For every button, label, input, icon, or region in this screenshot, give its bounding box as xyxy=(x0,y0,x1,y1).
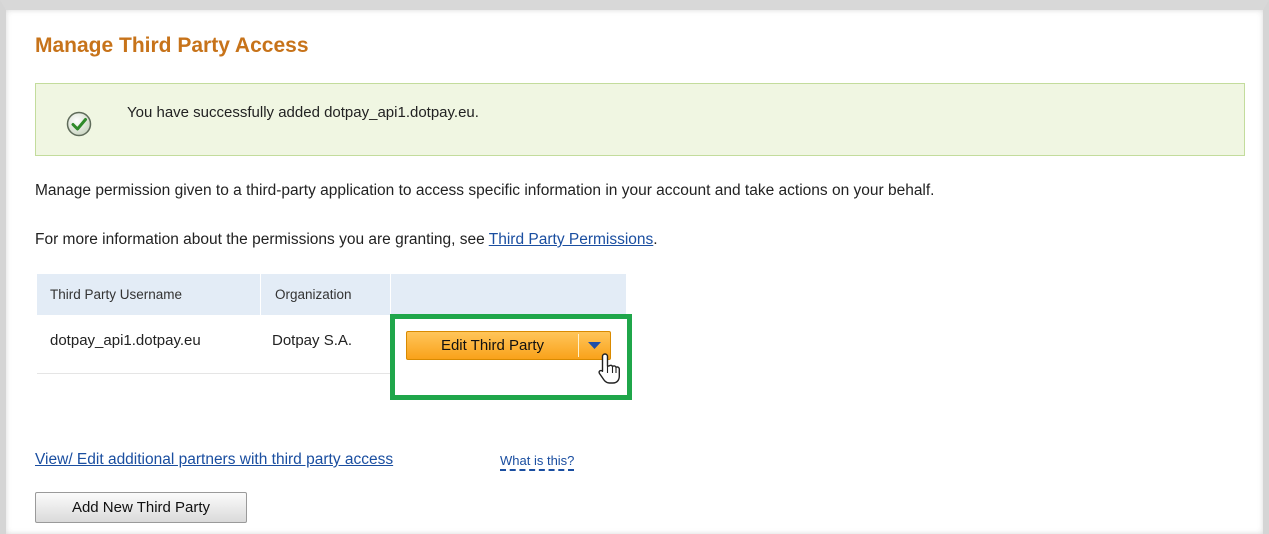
cell-username: dotpay_api1.dotpay.eu xyxy=(50,332,201,349)
mouse-pointer-icon xyxy=(597,352,623,386)
cell-organization: Dotpay S.A. xyxy=(272,332,353,349)
success-message-box: You have successfully added dotpay_api1.… xyxy=(35,83,1245,156)
intro-description: Manage permission given to a third-party… xyxy=(35,182,935,199)
page-title: Manage Third Party Access xyxy=(35,34,309,57)
more-info-suffix: . xyxy=(653,231,658,248)
add-new-third-party-button[interactable]: Add New Third Party xyxy=(35,492,247,523)
more-info-prefix: For more information about the permissio… xyxy=(35,231,489,248)
view-edit-partners-link[interactable]: View/ Edit additional partners with thir… xyxy=(35,451,393,469)
what-is-this-link[interactable]: What is this? xyxy=(500,453,575,471)
column-divider xyxy=(260,274,261,315)
success-message-text: You have successfully added dotpay_api1.… xyxy=(127,104,479,121)
column-header-username: Third Party Username xyxy=(50,287,183,302)
table-header: Third Party Username Organization xyxy=(37,274,626,315)
column-header-organization: Organization xyxy=(275,287,352,302)
check-circle-icon xyxy=(66,111,92,137)
column-divider xyxy=(390,274,391,315)
edit-third-party-button[interactable]: Edit Third Party xyxy=(406,331,611,360)
third-party-permissions-link[interactable]: Third Party Permissions xyxy=(489,231,654,248)
more-info-text: For more information about the permissio… xyxy=(35,231,658,249)
row-divider xyxy=(37,373,391,374)
edit-third-party-label: Edit Third Party xyxy=(440,337,545,354)
